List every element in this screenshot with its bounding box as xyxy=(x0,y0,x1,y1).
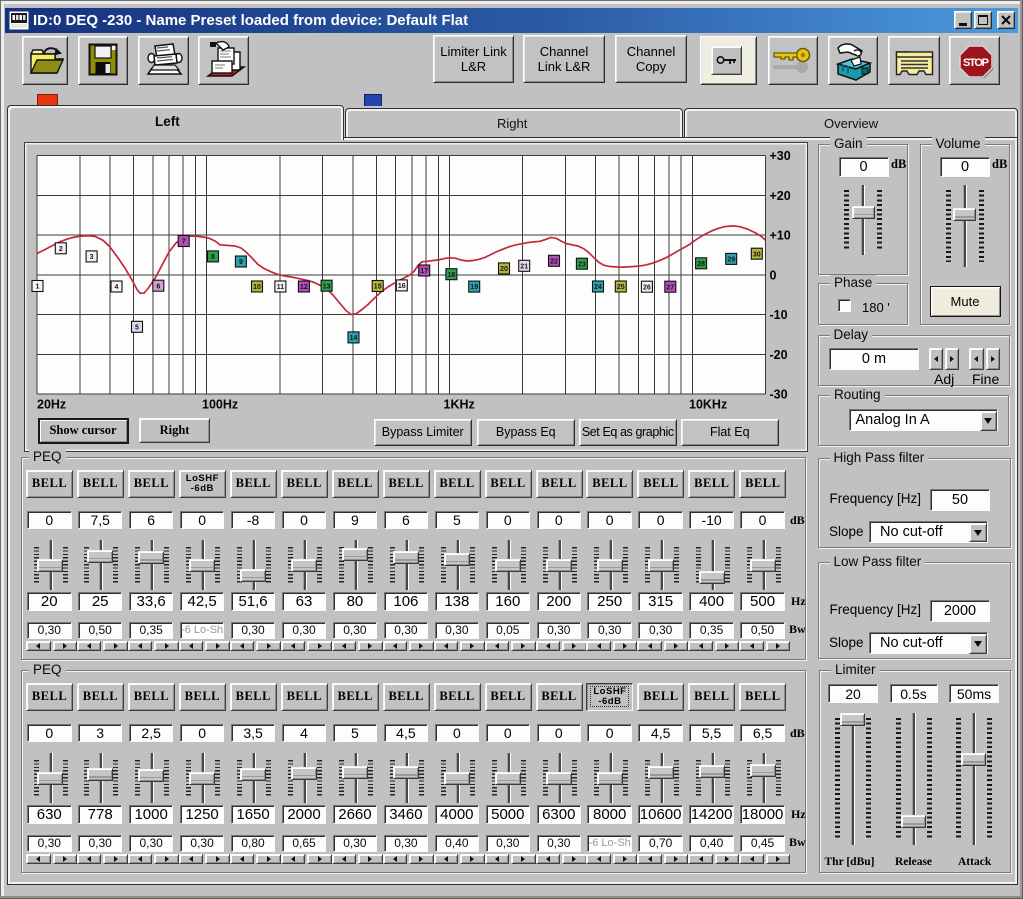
svg-text:2: 2 xyxy=(59,246,63,253)
svg-text:20: 20 xyxy=(500,266,508,273)
svg-text:7: 7 xyxy=(182,239,186,246)
svg-text:1: 1 xyxy=(36,284,40,291)
svg-text:3: 3 xyxy=(90,254,94,261)
svg-text:22: 22 xyxy=(550,258,558,265)
svg-text:26: 26 xyxy=(643,284,651,291)
svg-text:14: 14 xyxy=(350,335,358,342)
svg-text:17: 17 xyxy=(420,268,428,275)
svg-text:21: 21 xyxy=(520,263,528,270)
svg-text:+20: +20 xyxy=(770,189,791,203)
svg-text:+10: +10 xyxy=(770,229,791,243)
svg-text:20Hz: 20Hz xyxy=(37,398,66,412)
svg-text:6: 6 xyxy=(156,283,160,290)
svg-text:19: 19 xyxy=(470,284,478,291)
svg-text:15: 15 xyxy=(374,284,382,291)
svg-text:30: 30 xyxy=(753,251,761,258)
svg-text:-30: -30 xyxy=(770,388,788,402)
svg-text:8: 8 xyxy=(211,254,215,261)
svg-text:-20: -20 xyxy=(770,348,788,362)
svg-text:9: 9 xyxy=(239,259,243,266)
svg-text:29: 29 xyxy=(727,257,735,264)
svg-text:0: 0 xyxy=(770,268,777,282)
svg-text:5: 5 xyxy=(135,324,139,331)
svg-text:-10: -10 xyxy=(770,308,788,322)
svg-text:10KHz: 10KHz xyxy=(689,398,727,412)
svg-text:+30: +30 xyxy=(770,149,791,163)
svg-text:13: 13 xyxy=(323,283,331,290)
svg-text:16: 16 xyxy=(398,283,406,290)
svg-text:10: 10 xyxy=(253,284,261,291)
svg-text:STOP: STOP xyxy=(963,57,989,69)
svg-text:25: 25 xyxy=(617,284,625,291)
svg-text:12: 12 xyxy=(300,284,308,291)
svg-text:18: 18 xyxy=(448,272,456,279)
svg-text:23: 23 xyxy=(578,261,586,268)
svg-text:27: 27 xyxy=(666,284,674,291)
svg-text:100Hz: 100Hz xyxy=(202,398,238,412)
svg-text:1KHz: 1KHz xyxy=(444,398,475,412)
svg-text:4: 4 xyxy=(115,284,119,291)
svg-text:24: 24 xyxy=(594,284,602,291)
svg-text:28: 28 xyxy=(697,261,705,268)
svg-text:11: 11 xyxy=(277,284,285,291)
